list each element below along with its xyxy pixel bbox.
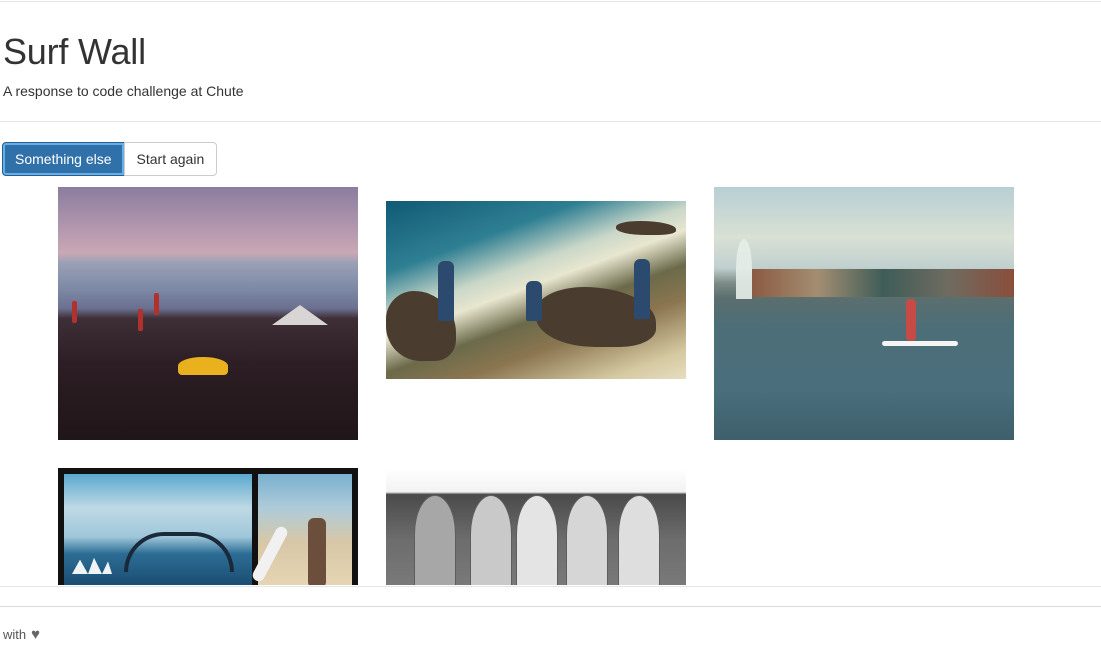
surfer-panel — [250, 474, 352, 585]
umbrella-shape — [138, 309, 143, 331]
opera-house-shape — [72, 557, 112, 574]
footer-text: with — [3, 627, 27, 642]
grid-divider — [0, 586, 1101, 587]
rock-shape — [616, 221, 676, 235]
photo-tile[interactable] — [386, 468, 686, 585]
page-title: Surf Wall — [3, 31, 146, 72]
something-else-button[interactable]: Something else — [2, 142, 125, 176]
city-skyline-shape — [752, 269, 1014, 297]
surfer-shape — [308, 518, 326, 585]
photo-tile[interactable] — [714, 187, 1014, 440]
page-subtitle: A response to code challenge at Chute — [3, 83, 244, 99]
photo-tile[interactable] — [58, 187, 358, 440]
surfboard-shape — [470, 495, 512, 585]
paddleboarder-shape — [906, 299, 916, 341]
action-buttons: Something else Start again — [2, 142, 218, 176]
surfboard-shape — [618, 495, 660, 585]
bridge-shape — [124, 532, 234, 572]
surfboard-shape — [414, 495, 456, 585]
person-shape — [526, 281, 542, 321]
header-divider — [0, 121, 1101, 122]
surfboard-shape — [516, 495, 558, 585]
fountain-shape — [736, 239, 752, 299]
paddleboard-shape — [882, 341, 958, 346]
harbour-panel — [64, 474, 252, 585]
yellow-umbrella-shape — [178, 357, 228, 375]
heart-icon: ♥ — [31, 626, 41, 643]
umbrella-shape — [154, 293, 159, 315]
person-shape — [438, 261, 454, 321]
surfboard-shape — [250, 524, 290, 584]
footer-divider — [0, 606, 1101, 607]
tent-shape — [272, 305, 328, 325]
photo-tile[interactable] — [386, 201, 686, 379]
photo-tile[interactable] — [58, 468, 358, 585]
photo-wall[interactable] — [0, 140, 1101, 585]
footer: with ♥ — [3, 627, 40, 642]
top-divider — [0, 1, 1101, 2]
start-again-button[interactable]: Start again — [123, 142, 218, 176]
page-header: Surf Wall A response to code challenge a… — [3, 30, 244, 100]
surfboard-shape — [566, 495, 608, 585]
person-shape — [634, 259, 650, 319]
umbrella-shape — [72, 301, 77, 323]
